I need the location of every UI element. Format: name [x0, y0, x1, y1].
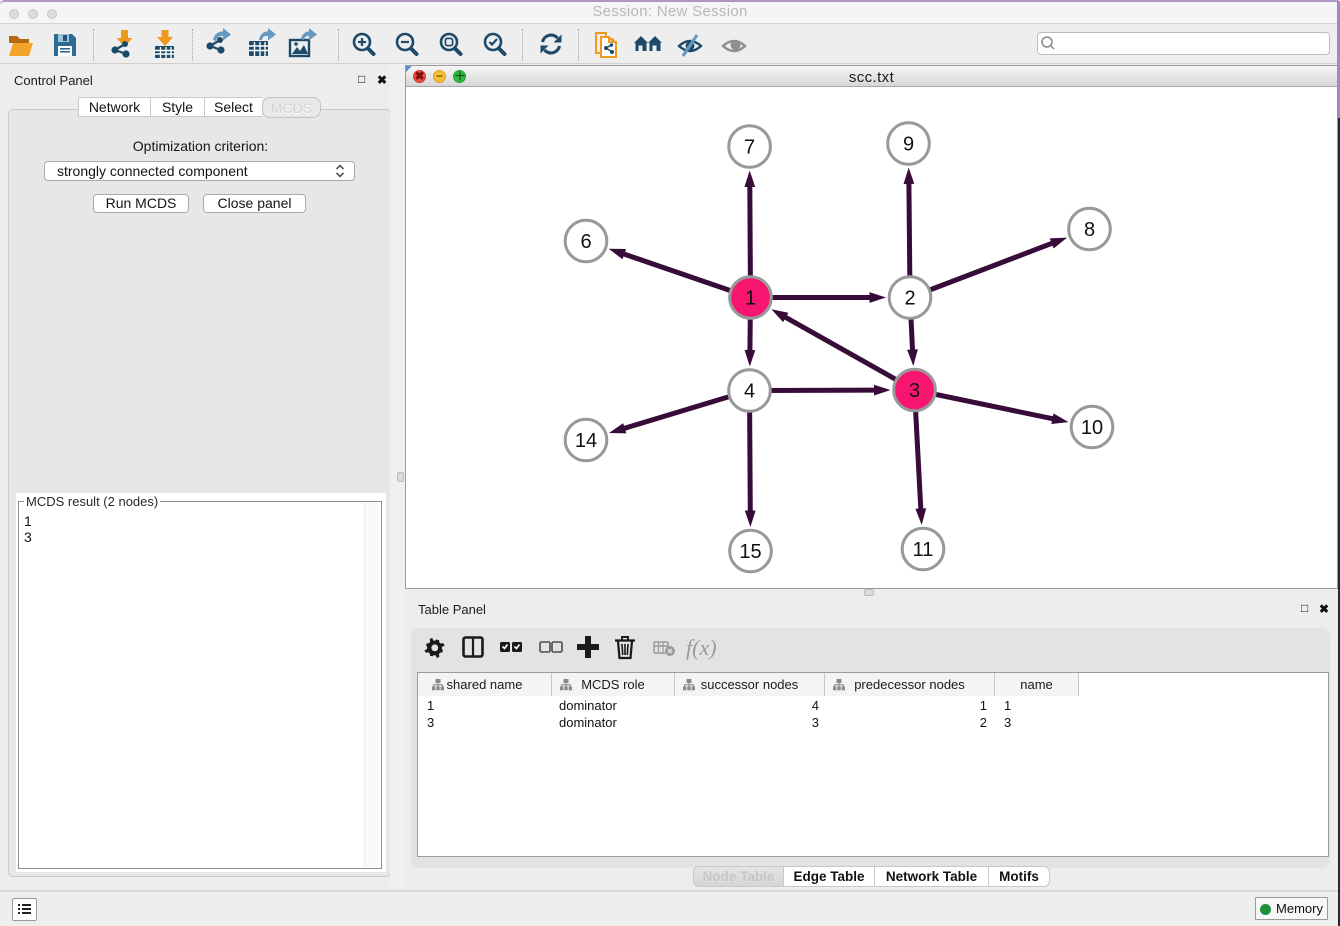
svg-text:9: 9	[903, 134, 914, 156]
svg-text:3: 3	[909, 380, 920, 402]
svg-text:6: 6	[580, 231, 591, 253]
svg-text:8: 8	[1084, 219, 1095, 241]
svg-text:7: 7	[744, 137, 755, 159]
svg-text:1: 1	[745, 288, 756, 310]
svg-text:15: 15	[739, 541, 761, 563]
svg-text:f(x): f(x)	[686, 635, 717, 660]
svg-text:14: 14	[575, 430, 597, 452]
svg-text:4: 4	[744, 381, 755, 403]
svg-text:11: 11	[913, 539, 934, 561]
svg-text:2: 2	[904, 288, 915, 310]
svg-text:10: 10	[1081, 417, 1103, 439]
